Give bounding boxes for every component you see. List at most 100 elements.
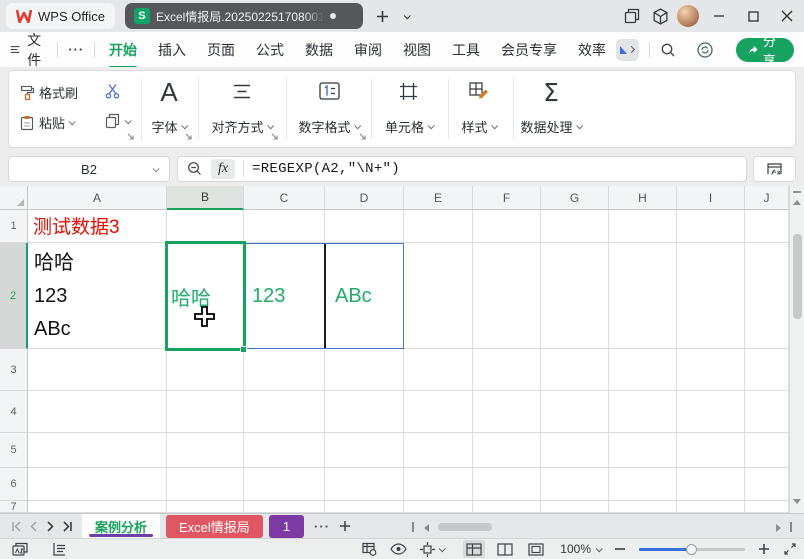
cell-I1[interactable] (677, 210, 745, 243)
formula-panel-button[interactable] (753, 156, 796, 182)
cell-I2[interactable] (677, 243, 745, 349)
scroll-right-icon[interactable] (776, 524, 781, 532)
cell-F7[interactable] (473, 501, 541, 513)
cell-J5[interactable] (745, 433, 789, 468)
menu-item-效率[interactable]: 效率 (578, 40, 606, 60)
cell-B3[interactable] (167, 349, 244, 391)
cell-E3[interactable] (404, 349, 473, 391)
cell-D7[interactable] (325, 501, 404, 513)
cell-D6[interactable] (325, 468, 404, 501)
zoom-in-button[interactable] (758, 543, 770, 555)
column-header-B[interactable]: B (167, 186, 244, 210)
cell-F6[interactable] (473, 468, 541, 501)
cell-A3[interactable] (28, 349, 167, 391)
cell-E1[interactable] (404, 210, 473, 243)
switch-window-button[interactable] (618, 2, 646, 30)
cell-I5[interactable] (677, 433, 745, 468)
cell-C7[interactable] (244, 501, 325, 513)
cell-H4[interactable] (609, 391, 677, 433)
normal-view-button[interactable] (463, 540, 485, 558)
cell-I7[interactable] (677, 501, 745, 513)
cell-B6[interactable] (167, 468, 244, 501)
cell-F4[interactable] (473, 391, 541, 433)
row-header-6[interactable]: 6 (0, 468, 28, 501)
font-dialog-launcher-icon[interactable] (185, 133, 193, 141)
next-sheet-button[interactable] (42, 518, 59, 535)
alignment-menu-button[interactable]: 对齐方式 (211, 117, 272, 136)
alignment-dialog-launcher-icon[interactable] (271, 133, 279, 141)
menu-item-视图[interactable]: 视图 (403, 40, 431, 60)
cell-C3[interactable] (244, 349, 325, 391)
cell-E2[interactable] (404, 243, 473, 349)
tab-split-handle[interactable] (412, 522, 414, 532)
column-header-E[interactable]: E (404, 186, 473, 210)
cell-A6[interactable] (28, 468, 167, 501)
table-tools-button[interactable] (362, 542, 377, 556)
maximize-button[interactable] (736, 1, 770, 31)
tab-split-handle[interactable] (790, 522, 792, 532)
name-box[interactable]: B2 (8, 156, 170, 182)
cell-H3[interactable] (609, 349, 677, 391)
row-header-4[interactable]: 4 (0, 391, 28, 433)
column-header-H[interactable]: H (609, 186, 677, 210)
cell-F2[interactable] (473, 243, 541, 349)
cell-D3[interactable] (325, 349, 404, 391)
zoom-level[interactable]: 100% (560, 542, 601, 556)
prev-sheet-button[interactable] (25, 518, 42, 535)
cell-D4[interactable] (325, 391, 404, 433)
sheet-tab-Excel情报局[interactable]: Excel情报局 (166, 515, 263, 538)
scroll-left-icon[interactable] (424, 524, 429, 532)
insert-function-button[interactable]: fx (211, 159, 235, 179)
fullscreen-button[interactable] (783, 542, 797, 556)
more-sheets-button[interactable]: ··· (314, 519, 330, 534)
cell-J4[interactable] (745, 391, 789, 433)
close-button[interactable] (770, 1, 804, 31)
zoom-out-button[interactable] (614, 543, 626, 555)
page-layout-view-button[interactable] (494, 540, 516, 558)
cell-G1[interactable] (541, 210, 609, 243)
cell-B5[interactable] (167, 433, 244, 468)
column-header-I[interactable]: I (677, 186, 745, 210)
menu-item-公式[interactable]: 公式 (256, 40, 284, 60)
menu-item-会员专享[interactable]: 会员专享 (501, 40, 557, 60)
cell-F3[interactable] (473, 349, 541, 391)
cell-J3[interactable] (745, 349, 789, 391)
cell-D5[interactable] (325, 433, 404, 468)
user-account-button[interactable] (674, 2, 702, 30)
add-sheet-button[interactable] (336, 518, 353, 535)
select-all-corner[interactable] (0, 186, 28, 210)
cell-I4[interactable] (677, 391, 745, 433)
row-header-1[interactable]: 1 (0, 210, 28, 243)
row-header-7[interactable]: 7 (0, 501, 28, 513)
data-processing-menu-button[interactable]: 数据处理 (520, 117, 581, 136)
cell-H6[interactable] (609, 468, 677, 501)
macro-button[interactable] (12, 542, 28, 556)
quick-access-more-button[interactable]: ··· (68, 42, 84, 57)
cell-G4[interactable] (541, 391, 609, 433)
menu-item-工具[interactable]: 工具 (452, 40, 480, 60)
cell-E7[interactable] (404, 501, 473, 513)
cell-H1[interactable] (609, 210, 677, 243)
first-sheet-button[interactable] (8, 518, 25, 535)
column-header-A[interactable]: A (28, 186, 167, 210)
cell-C5[interactable] (244, 433, 325, 468)
cell-B7[interactable] (167, 501, 244, 513)
cell-C6[interactable] (244, 468, 325, 501)
cell-H7[interactable] (609, 501, 677, 513)
menu-item-开始[interactable]: 开始 (109, 40, 137, 60)
formula-input[interactable]: fx =REGEXP(A2,"\N+") (177, 156, 747, 182)
column-header-G[interactable]: G (541, 186, 609, 210)
cell-C4[interactable] (244, 391, 325, 433)
cell-G7[interactable] (541, 501, 609, 513)
cut-button[interactable] (105, 83, 120, 99)
cell-G6[interactable] (541, 468, 609, 501)
styles-menu-button[interactable]: 样式 (461, 117, 496, 136)
menu-item-数据[interactable]: 数据 (305, 40, 333, 60)
menu-item-页面[interactable]: 页面 (207, 40, 235, 60)
cell-J1[interactable] (745, 210, 789, 243)
font-menu-button[interactable]: 字体 (151, 117, 186, 136)
zoom-slider[interactable] (639, 548, 745, 551)
share-button[interactable]: 分享 (736, 38, 794, 62)
column-header-F[interactable]: F (473, 186, 541, 210)
split-handle[interactable] (793, 191, 801, 193)
